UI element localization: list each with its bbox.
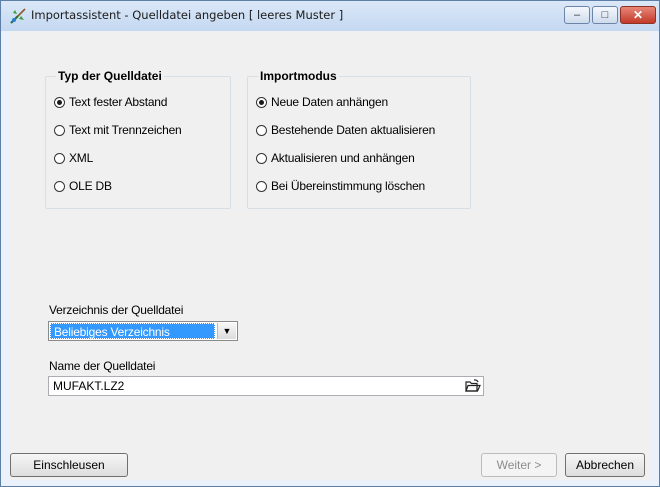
title-bar[interactable]: Importassistent - Quelldatei angeben [ l… [1, 1, 659, 31]
next-button[interactable]: Weiter > [481, 453, 557, 477]
einschleusen-button[interactable]: Einschleusen [10, 453, 128, 477]
filename-value: MUFAKT.LZ2 [53, 379, 125, 393]
radio-append-new[interactable]: Neue Daten anhängen [256, 94, 388, 110]
filename-label: Name der Quelldatei [49, 359, 156, 373]
directory-select[interactable]: Beliebiges Verzeichnis ▼ [48, 321, 238, 341]
minimize-button[interactable]: – [564, 6, 590, 24]
einschleusen-label: Einschleusen [33, 458, 105, 472]
radio-text-delimited[interactable]: Text mit Trennzeichen [54, 122, 182, 138]
radio-delete-on-match[interactable]: Bei Übereinstimmung löschen [256, 178, 425, 194]
directory-label: Verzeichnis der Quelldatei [49, 303, 184, 317]
close-button[interactable]: ✕ [620, 6, 656, 24]
close-icon: ✕ [632, 8, 644, 22]
directory-selected-value: Beliebiges Verzeichnis [50, 323, 215, 339]
radio-label: Text fester Abstand [69, 95, 168, 109]
import-mode-group: Importmodus Neue Daten anhängen Bestehen… [247, 69, 471, 209]
window-title: Importassistent - Quelldatei angeben [ l… [31, 8, 344, 22]
radio-xml[interactable]: XML [54, 150, 93, 166]
maximize-button[interactable]: □ [592, 6, 618, 24]
import-wizard-window: Importassistent - Quelldatei angeben [ l… [0, 0, 660, 487]
source-type-title: Typ der Quelldatei [56, 69, 164, 83]
chevron-down-icon[interactable]: ▼ [217, 323, 236, 339]
radio-label: XML [69, 151, 94, 165]
dialog-body: Typ der Quelldatei Text fester Abstand T… [9, 31, 651, 480]
radio-indicator[interactable] [256, 180, 267, 192]
maximize-icon: □ [601, 9, 609, 21]
filename-field[interactable]: MUFAKT.LZ2 [48, 376, 484, 396]
radio-ole-db[interactable]: OLE DB [54, 178, 112, 194]
radio-indicator[interactable] [256, 96, 267, 108]
minimize-icon: – [573, 9, 581, 21]
radio-update-existing[interactable]: Bestehende Daten aktualisieren [256, 122, 435, 138]
radio-label: Bei Übereinstimmung löschen [271, 179, 426, 193]
import-mode-title: Importmodus [258, 69, 339, 83]
radio-update-and-append[interactable]: Aktualisieren und anhängen [256, 150, 415, 166]
cancel-label: Abbrechen [575, 458, 635, 472]
radio-indicator[interactable] [256, 152, 267, 164]
radio-indicator[interactable] [256, 124, 267, 136]
radio-indicator[interactable] [54, 96, 65, 108]
radio-label: OLE DB [69, 179, 112, 193]
radio-indicator[interactable] [54, 124, 65, 136]
wizard-app-icon [9, 7, 27, 25]
cancel-button[interactable]: Abbrechen [565, 453, 645, 477]
open-folder-icon[interactable] [465, 379, 481, 393]
radio-text-fixed[interactable]: Text fester Abstand [54, 94, 167, 110]
radio-indicator[interactable] [54, 180, 65, 192]
radio-label: Neue Daten anhängen [271, 95, 388, 109]
radio-label: Bestehende Daten aktualisieren [271, 123, 436, 137]
radio-label: Aktualisieren und anhängen [271, 151, 415, 165]
radio-indicator[interactable] [54, 152, 65, 164]
next-label: Weiter > [496, 458, 542, 472]
radio-label: Text mit Trennzeichen [69, 123, 182, 137]
source-type-group: Typ der Quelldatei Text fester Abstand T… [45, 69, 231, 209]
